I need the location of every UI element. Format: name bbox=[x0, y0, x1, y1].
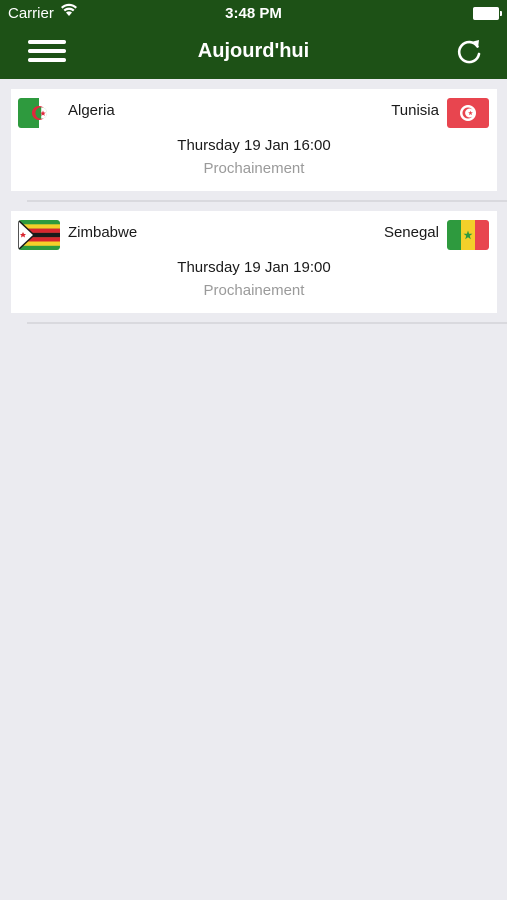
match-card[interactable]: Algeria Tunisia Thursday 19 Jan 16:00 Pr… bbox=[11, 89, 497, 191]
algeria-flag-icon bbox=[18, 98, 60, 128]
match-status: Prochainement bbox=[203, 160, 305, 177]
match-datetime: Thursday 19 Jan 19:00 bbox=[177, 259, 331, 276]
match-datetime: Thursday 19 Jan 16:00 bbox=[177, 137, 331, 154]
page-title: Aujourd'hui bbox=[197, 40, 310, 62]
divider bbox=[27, 322, 507, 324]
refresh-icon[interactable] bbox=[453, 36, 485, 68]
status-time: 3:48 PM bbox=[225, 5, 282, 22]
home-team-name: Algeria bbox=[68, 102, 115, 119]
battery-icon bbox=[473, 7, 502, 20]
status-bar: Carrier 3:48 PM bbox=[0, 0, 507, 28]
away-team-name: Tunisia bbox=[391, 102, 439, 119]
tunisia-flag-icon bbox=[447, 98, 489, 128]
match-card[interactable]: Zimbabwe Senegal Thursday 19 Jan 19:00 P… bbox=[11, 211, 497, 313]
match-status: Prochainement bbox=[203, 282, 305, 299]
away-team-name: Senegal bbox=[383, 224, 439, 241]
divider bbox=[27, 200, 507, 202]
zimbabwe-flag-icon bbox=[18, 220, 60, 250]
app-header: Carrier 3:48 PM Aujourd'hui bbox=[0, 0, 507, 79]
senegal-flag-icon bbox=[447, 220, 489, 250]
home-team-name: Zimbabwe bbox=[68, 224, 138, 241]
nav-bar: Aujourd'hui bbox=[0, 28, 507, 79]
